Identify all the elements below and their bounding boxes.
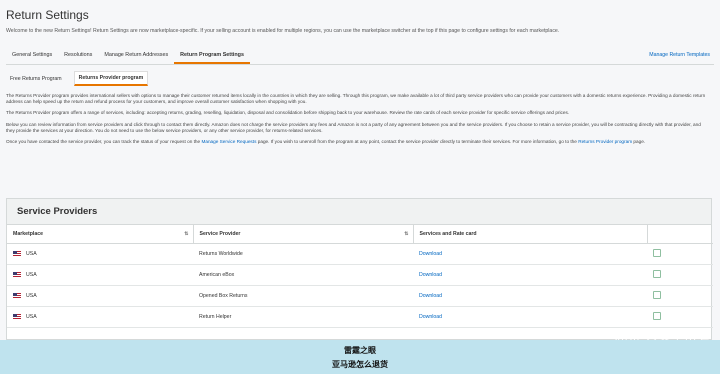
select-cell	[647, 306, 713, 328]
us-flag-icon	[13, 292, 21, 298]
marketplace-cell: USA	[7, 306, 193, 328]
select-cell	[647, 243, 713, 265]
marketplace-value: USA	[26, 313, 37, 320]
col-service-provider-label: Service Provider	[199, 230, 241, 237]
subtab-free-returns-program[interactable]: Free Returns Program	[6, 73, 66, 85]
download-link[interactable]: Download	[419, 272, 442, 278]
rate-card-cell: Download	[413, 243, 647, 265]
download-link[interactable]: Download	[419, 314, 442, 320]
provider-cell: American eBox	[193, 264, 413, 286]
manage-service-requests-link[interactable]: Manage Service Requests	[201, 139, 256, 144]
sort-icon[interactable]: ⇅	[184, 231, 188, 237]
provider-cell: Return Helper	[193, 306, 413, 328]
tab-manage-return-addresses[interactable]: Manage Return Addresses	[98, 52, 174, 64]
service-providers-heading: Service Providers	[7, 199, 711, 225]
col-marketplace[interactable]: Marketplace ⇅	[7, 225, 194, 244]
select-cell	[647, 285, 713, 307]
marketplace-cell: USA	[7, 285, 193, 307]
welcome-text: Welcome to the new Return Settings! Retu…	[6, 28, 560, 34]
col-marketplace-label: Marketplace	[13, 230, 43, 237]
caption-banner: 雷霆之眼 亚马逊怎么退货	[0, 340, 720, 374]
download-link[interactable]: Download	[419, 251, 442, 257]
table-row: USA American eBox Download	[7, 264, 713, 286]
marketplace-value: USA	[26, 271, 37, 278]
table-row: USA Return Helper Download	[7, 306, 713, 328]
caption-line-1: 雷霆之眼	[344, 345, 376, 355]
rate-card-cell: Download	[413, 264, 647, 286]
provider-cell: Opened Box Returns	[193, 285, 413, 307]
returns-provider-program-link[interactable]: Returns Provider program	[578, 139, 632, 144]
tab-resolutions[interactable]: Resolutions	[58, 52, 98, 64]
marketplace-cell: USA	[7, 243, 193, 265]
col-services-rate-card-label: Services and Rate card	[419, 230, 477, 237]
select-checkbox[interactable]	[653, 248, 661, 257]
disclaimer-paragraph: Below you can review information from se…	[6, 121, 701, 134]
subtab-returns-provider-program[interactable]: Returns Provider program	[73, 71, 149, 87]
marketplace-cell: USA	[7, 264, 193, 286]
tracking-paragraph: Once you have contacted the service prov…	[6, 139, 706, 145]
col-service-provider[interactable]: Service Provider ⇅	[193, 225, 414, 244]
table-row: USA Returns Worldwide Download	[7, 243, 713, 265]
provider-cell: Returns Worldwide	[193, 243, 413, 265]
select-checkbox[interactable]	[653, 269, 661, 278]
tracking-text-a: Once you have contacted the service prov…	[6, 139, 202, 145]
col-select	[647, 225, 713, 244]
marketplace-value: USA	[26, 292, 37, 299]
select-cell	[647, 264, 713, 286]
table-header-row: Marketplace ⇅ Service Provider ⇅ Services …	[7, 225, 713, 244]
tab-general-settings[interactable]: General Settings	[6, 52, 58, 64]
select-checkbox[interactable]	[653, 311, 661, 320]
tab-return-program-settings[interactable]: Return Program Settings	[174, 52, 250, 64]
rate-card-cell: Download	[413, 306, 647, 328]
manage-return-templates-link[interactable]: Manage Return Templates	[649, 52, 710, 58]
us-flag-icon	[13, 313, 21, 319]
marketplace-value: USA	[26, 250, 37, 257]
us-flag-icon	[13, 271, 21, 277]
service-providers-table: Marketplace ⇅ Service Provider ⇅ Services …	[7, 225, 713, 328]
download-link[interactable]: Download	[419, 293, 442, 299]
page-title: Return Settings	[6, 8, 89, 22]
caption-line-2: 亚马逊怎么退货	[332, 359, 388, 369]
table-row: USA Opened Box Returns Download	[7, 285, 713, 307]
intro-paragraph: The Returns Provider program provides in…	[6, 92, 706, 105]
services-paragraph: The Returns Provider program offers a ra…	[6, 110, 570, 116]
rate-card-cell: Download	[413, 285, 647, 307]
tracking-text-b: page. If you wish to unenroll from the p…	[256, 139, 579, 145]
us-flag-icon	[13, 250, 21, 256]
tracking-text-c: page.	[632, 139, 646, 145]
select-checkbox[interactable]	[653, 290, 661, 299]
col-services-rate-card: Services and Rate card	[413, 225, 648, 244]
program-subtabs: Free Returns Program Returns Provider pr…	[6, 71, 714, 87]
settings-tabbar: General Settings Resolutions Manage Retu…	[6, 45, 714, 65]
service-providers-card: Service Providers Marketplace ⇅ Service P…	[6, 198, 713, 340]
sort-icon[interactable]: ⇅	[404, 231, 408, 237]
